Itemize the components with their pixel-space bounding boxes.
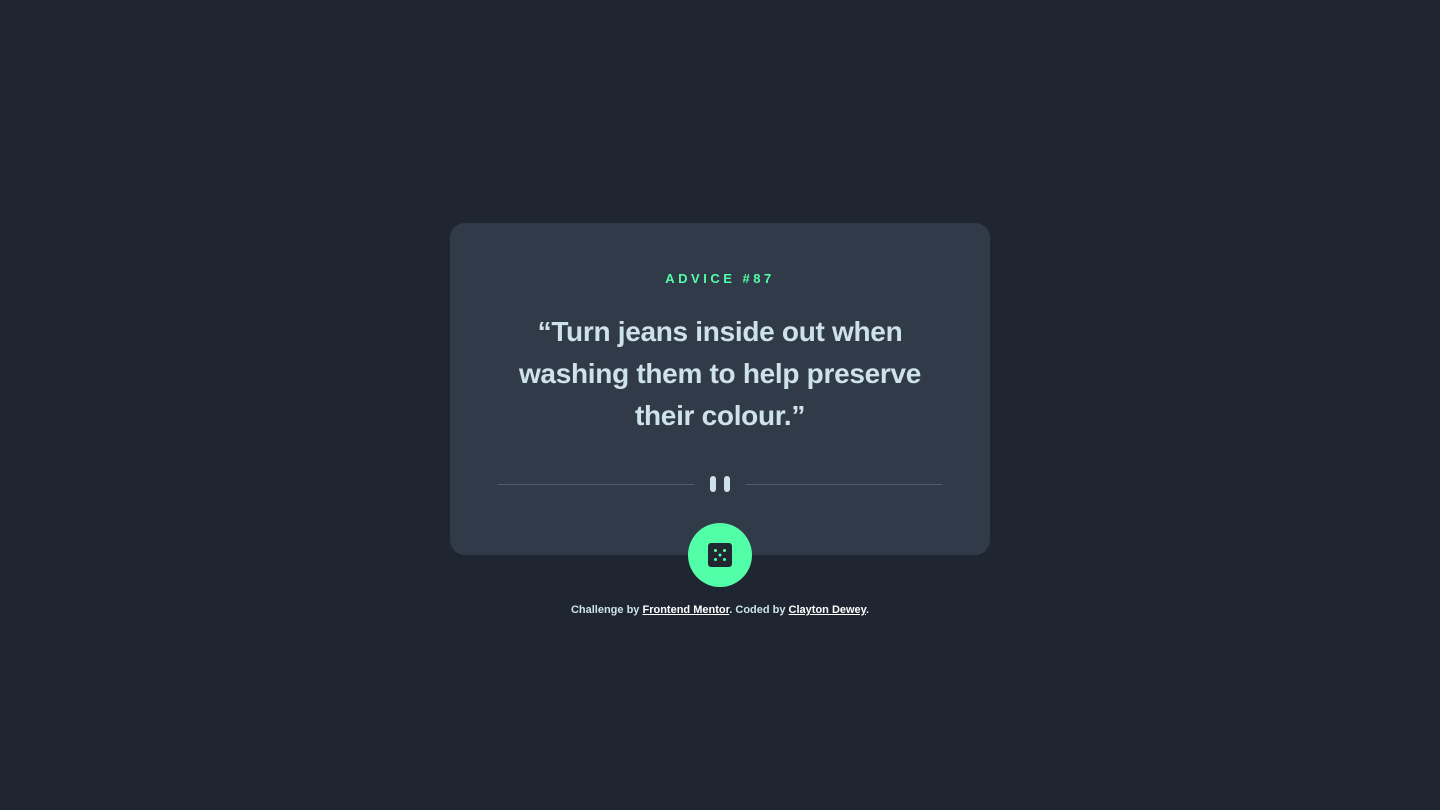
author-link[interactable]: Clayton Dewey	[789, 604, 866, 616]
attribution-middle: . Coded by	[729, 604, 789, 616]
pattern-divider	[498, 475, 942, 493]
divider-line-left	[498, 484, 694, 485]
frontend-mentor-link[interactable]: Frontend Mentor	[642, 604, 729, 616]
advice-card: ADVICE #87 “Turn jeans inside out when w…	[450, 223, 990, 555]
dice-icon	[708, 543, 732, 567]
advice-quote: “Turn jeans inside out when washing them…	[518, 316, 922, 431]
pause-icon	[710, 476, 730, 492]
divider-line-right	[746, 484, 942, 485]
advice-id-label: ADVICE #87	[665, 271, 775, 286]
attribution-suffix: .	[865, 604, 870, 616]
attribution-prefix: Challenge by	[570, 604, 643, 616]
new-advice-button[interactable]	[688, 523, 752, 587]
attribution: Challenge by Frontend Mentor. Coded by C…	[0, 604, 1440, 616]
